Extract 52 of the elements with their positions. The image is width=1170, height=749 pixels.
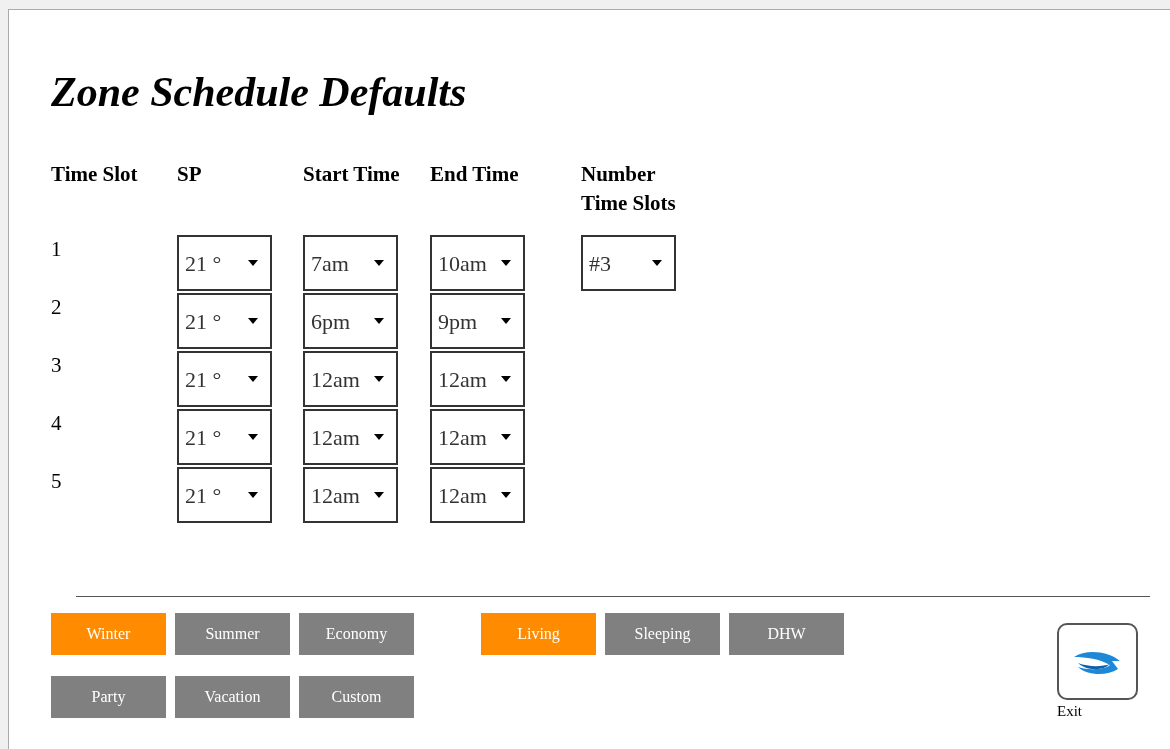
caret-icon xyxy=(248,260,258,266)
end-time-dropdown[interactable]: 12am xyxy=(430,467,525,523)
column-header: End Time xyxy=(430,161,520,188)
caret-icon xyxy=(501,318,511,324)
mode-button[interactable]: DHW xyxy=(729,613,844,655)
start-time-dropdown[interactable]: 6pm xyxy=(303,293,398,349)
column-header: SP xyxy=(177,161,203,188)
column-header: Start Time xyxy=(303,161,401,188)
caret-icon xyxy=(374,376,384,382)
slot-number: 3 xyxy=(51,353,62,377)
mode-button[interactable]: Economy xyxy=(299,613,414,655)
start-time-dropdown[interactable]: 12am xyxy=(303,351,398,407)
caret-icon xyxy=(248,492,258,498)
caret-icon xyxy=(248,434,258,440)
slot-number: 5 xyxy=(51,469,62,493)
slot-number: 4 xyxy=(51,411,62,435)
column-header: Time Slot xyxy=(51,161,139,188)
start-time-dropdown[interactable]: 7am xyxy=(303,235,398,291)
exit-label: Exit xyxy=(1057,702,1083,720)
setpoint-dropdown[interactable]: 21 ° xyxy=(177,467,272,523)
slot-number: 2 xyxy=(51,295,62,319)
caret-icon xyxy=(652,260,662,266)
mode-button[interactable]: Custom xyxy=(299,676,414,718)
end-time-dropdown[interactable]: 12am xyxy=(430,351,525,407)
setpoint-dropdown[interactable]: 21 ° xyxy=(177,235,272,291)
setpoint-dropdown[interactable]: 21 ° xyxy=(177,409,272,465)
caret-icon xyxy=(374,434,384,440)
slot-count-dropdown[interactable]: #3 xyxy=(581,235,676,291)
start-time-dropdown[interactable]: 12am xyxy=(303,409,398,465)
mode-button[interactable]: Vacation xyxy=(175,676,290,718)
mode-button[interactable]: Party xyxy=(51,676,166,718)
start-time-dropdown[interactable]: 12am xyxy=(303,467,398,523)
column-header: Number Time Slots xyxy=(581,161,677,217)
exit-button[interactable] xyxy=(1057,623,1138,700)
page-title: Zone Schedule Defaults xyxy=(51,68,468,116)
mode-button[interactable]: Summer xyxy=(175,613,290,655)
caret-icon xyxy=(501,376,511,382)
end-time-dropdown[interactable]: 12am xyxy=(430,409,525,465)
slot-number: 1 xyxy=(51,237,62,261)
caret-icon xyxy=(374,492,384,498)
caret-icon xyxy=(374,260,384,266)
mode-button[interactable]: Sleeping xyxy=(605,613,720,655)
caret-icon xyxy=(248,376,258,382)
end-time-dropdown[interactable]: 10am xyxy=(430,235,525,291)
caret-icon xyxy=(374,318,384,324)
setpoint-dropdown[interactable]: 21 ° xyxy=(177,351,272,407)
setpoint-dropdown[interactable]: 21 ° xyxy=(177,293,272,349)
caret-icon xyxy=(248,318,258,324)
caret-icon xyxy=(501,260,511,266)
caret-icon xyxy=(501,434,511,440)
end-time-dropdown[interactable]: 9pm xyxy=(430,293,525,349)
caret-icon xyxy=(501,492,511,498)
